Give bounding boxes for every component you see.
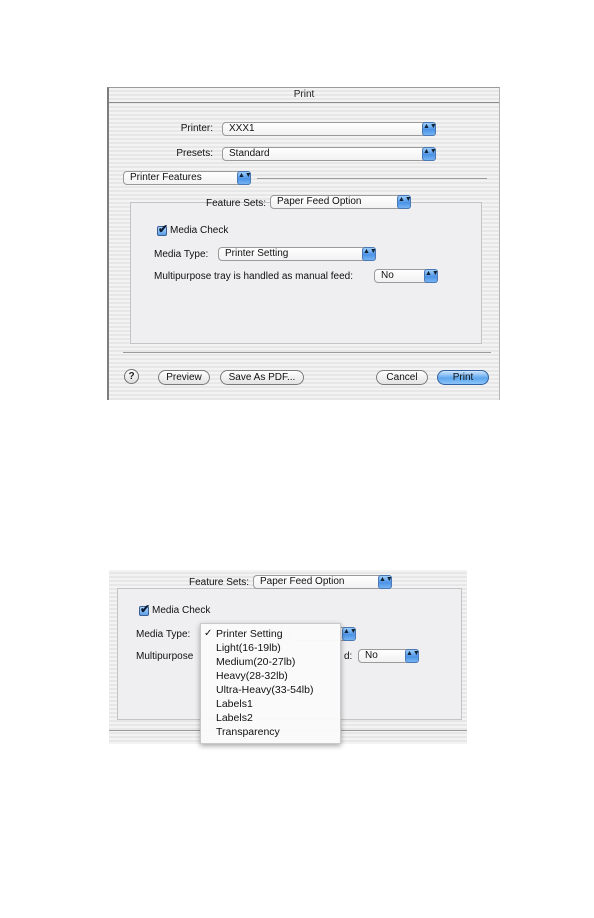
manual-feed-popup[interactable]: No ▲▼ [358,649,420,663]
manual-feed-popup[interactable]: No ▲▼ [374,269,439,283]
feature-sets-popup[interactable]: Paper Feed Option ▲▼ [253,575,393,589]
media-type-value: Printer Setting [225,248,289,259]
manual-feed-label-tail: d: [344,651,353,662]
media-type-label: Media Type: [154,249,209,260]
printer-value: XXX1 [229,123,255,134]
popup-arrows-icon: ▲▼ [397,195,412,209]
media-check-label[interactable]: Media Check [152,605,210,616]
feature-sets-label: Feature Sets: [205,198,266,209]
checkmark-icon: ✔ [158,222,169,236]
help-button[interactable]: ? [124,369,139,384]
popup-arrows-icon: ▲▼ [342,627,357,641]
presets-value: Standard [229,148,270,159]
menu-item-labels1[interactable]: Labels1 [201,697,340,711]
printer-label: Printer: [180,123,213,134]
popup-arrows-icon: ▲▼ [422,122,437,136]
menu-item-medium[interactable]: Medium(20-27lb) [201,655,340,669]
presets-label: Presets: [176,148,213,159]
media-check-label[interactable]: Media Check [170,225,228,236]
cancel-button[interactable]: Cancel [376,370,428,385]
checkmark-icon: ✓ [204,628,213,639]
manual-feed-value: No [365,650,378,661]
menu-item-heavy[interactable]: Heavy(28-32lb) [201,669,340,683]
feature-sets-label: Feature Sets: [188,577,249,588]
manual-feed-label: Multipurpose [136,651,194,662]
printer-popup[interactable]: XXX1 ▲▼ [222,122,437,136]
media-type-menu: ✓ Printer Setting Light(16-19lb) Medium(… [200,623,341,744]
button-separator [123,352,491,353]
media-check-checkbox[interactable]: ✔ [139,602,150,616]
print-dialog: Print Printer: XXX1 ▲▼ Presets: Standard… [107,87,500,400]
feature-sets-value: Paper Feed Option [277,196,362,207]
feature-sets-popup[interactable]: Paper Feed Option ▲▼ [270,195,412,209]
checkmark-icon: ✔ [140,602,151,616]
popup-arrows-icon: ▲▼ [405,649,420,663]
pane-selector-popup[interactable]: Printer Features ▲▼ [123,171,252,185]
manual-feed-value: No [381,270,394,281]
pane-selector-value: Printer Features [130,172,202,183]
popup-arrows-icon: ▲▼ [424,269,439,283]
window-title: Print [293,89,315,100]
presets-popup[interactable]: Standard ▲▼ [222,147,437,161]
menu-item-labels2[interactable]: Labels2 [201,711,340,725]
print-dialog-detail: Feature Sets: Paper Feed Option ▲▼ ✔ Med… [109,570,467,744]
print-button[interactable]: Print [437,370,489,385]
media-type-label: Media Type: [136,629,191,640]
popup-arrows-icon: ▲▼ [378,575,393,589]
popup-arrows-icon: ▲▼ [237,171,252,185]
popup-arrows-icon: ▲▼ [362,247,377,261]
menu-item-transparency[interactable]: Transparency [201,725,340,739]
preview-button[interactable]: Preview [158,370,210,385]
menu-item-printer-setting[interactable]: ✓ Printer Setting [201,627,340,641]
window-title-bar: Print [109,88,499,103]
menu-item-light[interactable]: Light(16-19lb) [201,641,340,655]
save-as-pdf-button[interactable]: Save As PDF... [220,370,304,385]
media-type-popup[interactable]: Printer Setting ▲▼ [218,247,377,261]
manual-feed-label: Multipurpose tray is handled as manual f… [154,271,354,282]
popup-arrows-icon: ▲▼ [422,147,437,161]
menu-item-ultra-heavy[interactable]: Ultra-Heavy(33-54lb) [201,683,340,697]
feature-sets-value: Paper Feed Option [260,576,345,587]
pane-separator [257,178,487,179]
media-check-checkbox[interactable]: ✔ [157,222,168,236]
